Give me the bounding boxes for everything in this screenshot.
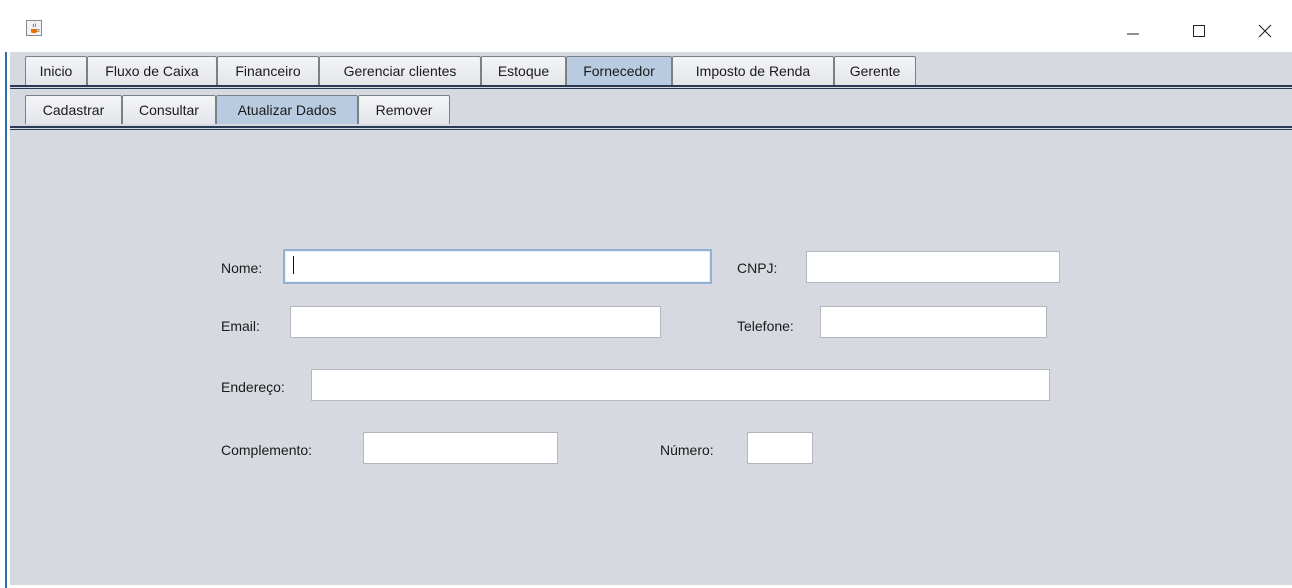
main-tab-strip: Inicio Fluxo de Caixa Financeiro Gerenci… <box>10 56 1292 85</box>
endereco-input[interactable] <box>312 370 1049 400</box>
nome-field[interactable] <box>283 249 712 284</box>
complemento-label: Complemento: <box>221 442 313 458</box>
tab-cadastrar[interactable]: Cadastrar <box>25 95 122 124</box>
nome-label: Nome: <box>221 260 263 276</box>
tab-estoque[interactable]: Estoque <box>481 56 566 85</box>
email-label: Email: <box>221 318 260 334</box>
tab-fornecedor[interactable]: Fornecedor <box>566 56 672 85</box>
main-tab-divider <box>10 85 1292 89</box>
endereco-label: Endereço: <box>221 379 285 395</box>
cnpj-input[interactable] <box>807 252 1059 282</box>
tab-gerente[interactable]: Gerente <box>834 56 916 85</box>
sub-tab-divider <box>10 126 1292 130</box>
email-input[interactable] <box>291 307 660 337</box>
cnpj-field[interactable] <box>806 251 1060 283</box>
email-field[interactable] <box>290 306 661 338</box>
complemento-input[interactable] <box>364 433 557 463</box>
text-caret <box>293 256 294 274</box>
application-window: Inicio Fluxo de Caixa Financeiro Gerenci… <box>0 0 1292 588</box>
complemento-field[interactable] <box>363 432 558 464</box>
close-button[interactable] <box>1242 16 1288 46</box>
maximize-icon <box>1193 25 1205 37</box>
tab-gerenciar-clientes[interactable]: Gerenciar clientes <box>319 56 481 85</box>
tab-inicio[interactable]: Inicio <box>25 56 87 85</box>
tab-fluxo-de-caixa[interactable]: Fluxo de Caixa <box>87 56 217 85</box>
telefone-label: Telefone: <box>737 318 794 334</box>
minimize-icon <box>1127 33 1139 35</box>
tab-financeiro[interactable]: Financeiro <box>217 56 319 85</box>
numero-label: Número: <box>660 442 714 458</box>
main-panel: Inicio Fluxo de Caixa Financeiro Gerenci… <box>10 52 1292 585</box>
tab-consultar[interactable]: Consultar <box>122 95 216 124</box>
title-bar <box>0 0 1292 52</box>
maximize-button[interactable] <box>1176 16 1222 46</box>
endereco-field[interactable] <box>311 369 1050 401</box>
close-icon <box>1258 24 1272 38</box>
minimize-button[interactable] <box>1110 16 1156 46</box>
numero-input[interactable] <box>748 433 812 463</box>
nome-input[interactable] <box>285 251 710 282</box>
numero-field[interactable] <box>747 432 813 464</box>
telefone-field[interactable] <box>820 306 1047 338</box>
window-left-edge <box>0 0 10 588</box>
cnpj-label: CNPJ: <box>737 260 778 276</box>
tab-remover[interactable]: Remover <box>358 95 450 124</box>
java-cup-icon <box>26 20 42 36</box>
telefone-input[interactable] <box>821 307 1046 337</box>
tab-atualizar-dados[interactable]: Atualizar Dados <box>216 95 358 124</box>
tab-imposto-de-renda[interactable]: Imposto de Renda <box>672 56 834 85</box>
sub-tab-strip: Cadastrar Consultar Atualizar Dados Remo… <box>10 95 1292 124</box>
